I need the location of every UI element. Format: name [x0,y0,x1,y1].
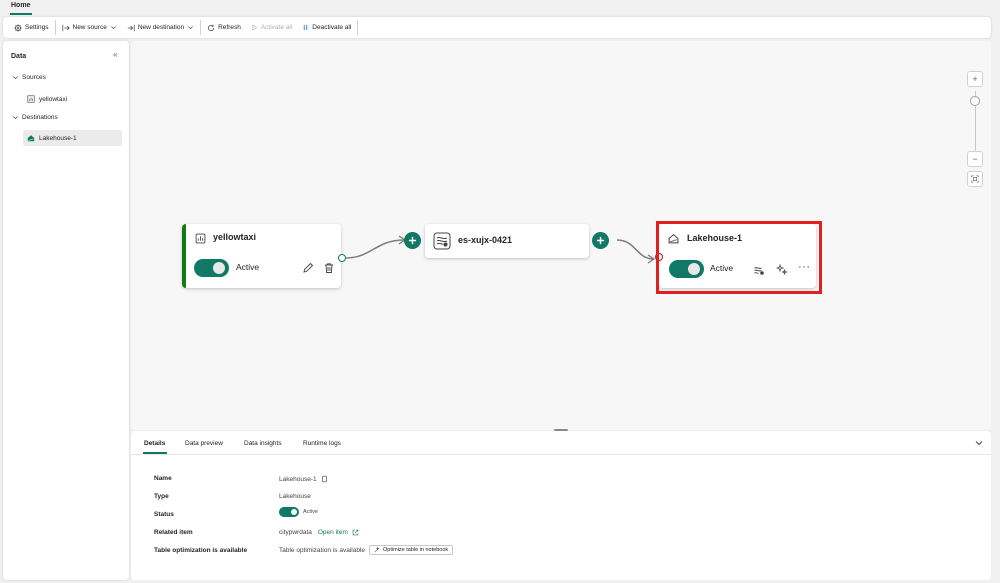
plus-icon [596,236,605,245]
eventstream-canvas[interactable]: + − yellowtaxi Active es-xujx-0421 Lakeh… [131,41,991,430]
copy-icon[interactable] [321,475,328,483]
settings-button[interactable]: Settings [9,17,54,38]
activate-all-label: Activate all [260,24,293,31]
destination-item-label: Lakehouse-1 [39,134,77,142]
table-optimization-row: Table optimization is available Optimize… [279,545,454,555]
tab-home-indicator [10,13,32,15]
refresh-button[interactable]: Refresh [202,17,246,38]
sample-data-icon [27,95,35,103]
tab-divider [131,454,991,455]
stream-node-title: es-xujx-0421 [458,235,513,245]
chevron-down-icon [188,26,193,30]
open-external-icon [352,529,359,536]
source-active-toggle[interactable] [194,259,229,277]
open-item-label: Open item [317,529,348,536]
stream-node-es-xujx-0421[interactable]: es-xujx-0421 [425,224,589,258]
related-item-row: citypwrdata Open item [279,529,359,536]
related-item-label: Related item [154,529,193,536]
chevron-down-icon [13,116,18,120]
table-optimization-label: Table optimization is available [154,547,248,554]
open-item-link[interactable]: Open item [318,529,359,536]
add-transform-button[interactable] [404,232,421,249]
name-value-row: Lakehouse-1 [279,475,328,483]
destination-item-lakehouse-1[interactable]: Lakehouse-1 [23,130,122,146]
tab-details[interactable]: Details [144,440,165,447]
deactivate-all-label: Deactivate all [312,24,352,31]
table-optimization-value: Table optimization is available [279,546,365,554]
eventstream-icon [433,232,451,250]
optimize-table-label: Optimize table in notebook [383,547,449,553]
data-panel: Data « Sources yellowtaxi Destinations L… [3,41,129,580]
plus-icon [408,236,417,245]
ribbon-toolbar: Settings New source New destination Refr… [3,17,991,38]
selection-highlight [656,221,822,294]
tab-runtime-logs[interactable]: Runtime logs [303,440,341,447]
ribbon-separator [200,20,202,35]
new-source-button[interactable]: New source [57,17,122,38]
top-tab-bar: Home [0,0,1000,15]
details-panel: Details Data preview Data insights Runti… [131,429,991,580]
refresh-icon [208,24,215,31]
source-item-label: yellowtaxi [39,95,68,103]
related-item-value: citypwrdata [279,529,312,536]
resize-handle[interactable] [554,429,568,431]
new-destination-label: New destination [137,24,185,31]
edit-icon[interactable] [302,262,314,274]
status-label: Status [154,511,174,518]
connector-stream-to-destination [616,239,655,260]
new-source-label: New source [72,24,107,31]
connector-source-to-stream [345,239,405,259]
source-output-port[interactable] [338,254,346,262]
destinations-label: Destinations [22,114,58,121]
tab-data-insights[interactable]: Data insights [244,440,282,447]
ribbon-separator [54,20,56,35]
chevron-down-icon [13,76,18,80]
sample-data-icon [195,233,206,244]
tab-data-preview[interactable]: Data preview [185,440,223,447]
source-item-yellowtaxi[interactable]: yellowtaxi [23,91,122,107]
name-label: Name [154,475,172,482]
play-icon [252,24,258,31]
lakehouse-icon [27,135,35,142]
source-arrow-icon [61,24,70,31]
name-value: Lakehouse-1 [279,475,317,483]
new-destination-button[interactable]: New destination [122,17,199,38]
sources-label: Sources [22,74,46,81]
type-value: Lakehouse [279,493,311,500]
deactivate-all-button[interactable]: Deactivate all [297,17,356,38]
source-status-label: Active [236,262,260,272]
type-label: Type [154,493,169,500]
activate-all-button[interactable]: Activate all [246,17,297,38]
refresh-label: Refresh [218,24,241,31]
wand-icon [374,547,380,553]
tab-home[interactable]: Home [11,2,30,9]
source-node-yellowtaxi[interactable]: yellowtaxi Active [182,224,341,288]
status-value: Active [303,509,318,515]
optimize-table-button[interactable]: Optimize table in notebook [369,545,454,555]
destination-arrow-icon [127,24,135,31]
destinations-group[interactable]: Destinations [12,114,58,121]
status-value-row: Active [279,507,318,517]
chevron-down-icon [110,26,116,30]
settings-label: Settings [25,24,49,31]
pause-icon [304,25,308,30]
gear-icon [14,23,22,32]
add-destination-button[interactable] [592,232,609,249]
status-toggle[interactable] [279,507,299,517]
data-panel-title: Data [11,53,27,60]
collapse-panel-icon[interactable]: « [113,50,117,59]
collapse-details-chevron-icon[interactable] [974,438,984,448]
source-node-title: yellowtaxi [213,232,257,242]
ribbon-separator [357,20,359,35]
delete-icon[interactable] [323,262,335,274]
sources-group[interactable]: Sources [12,74,46,81]
